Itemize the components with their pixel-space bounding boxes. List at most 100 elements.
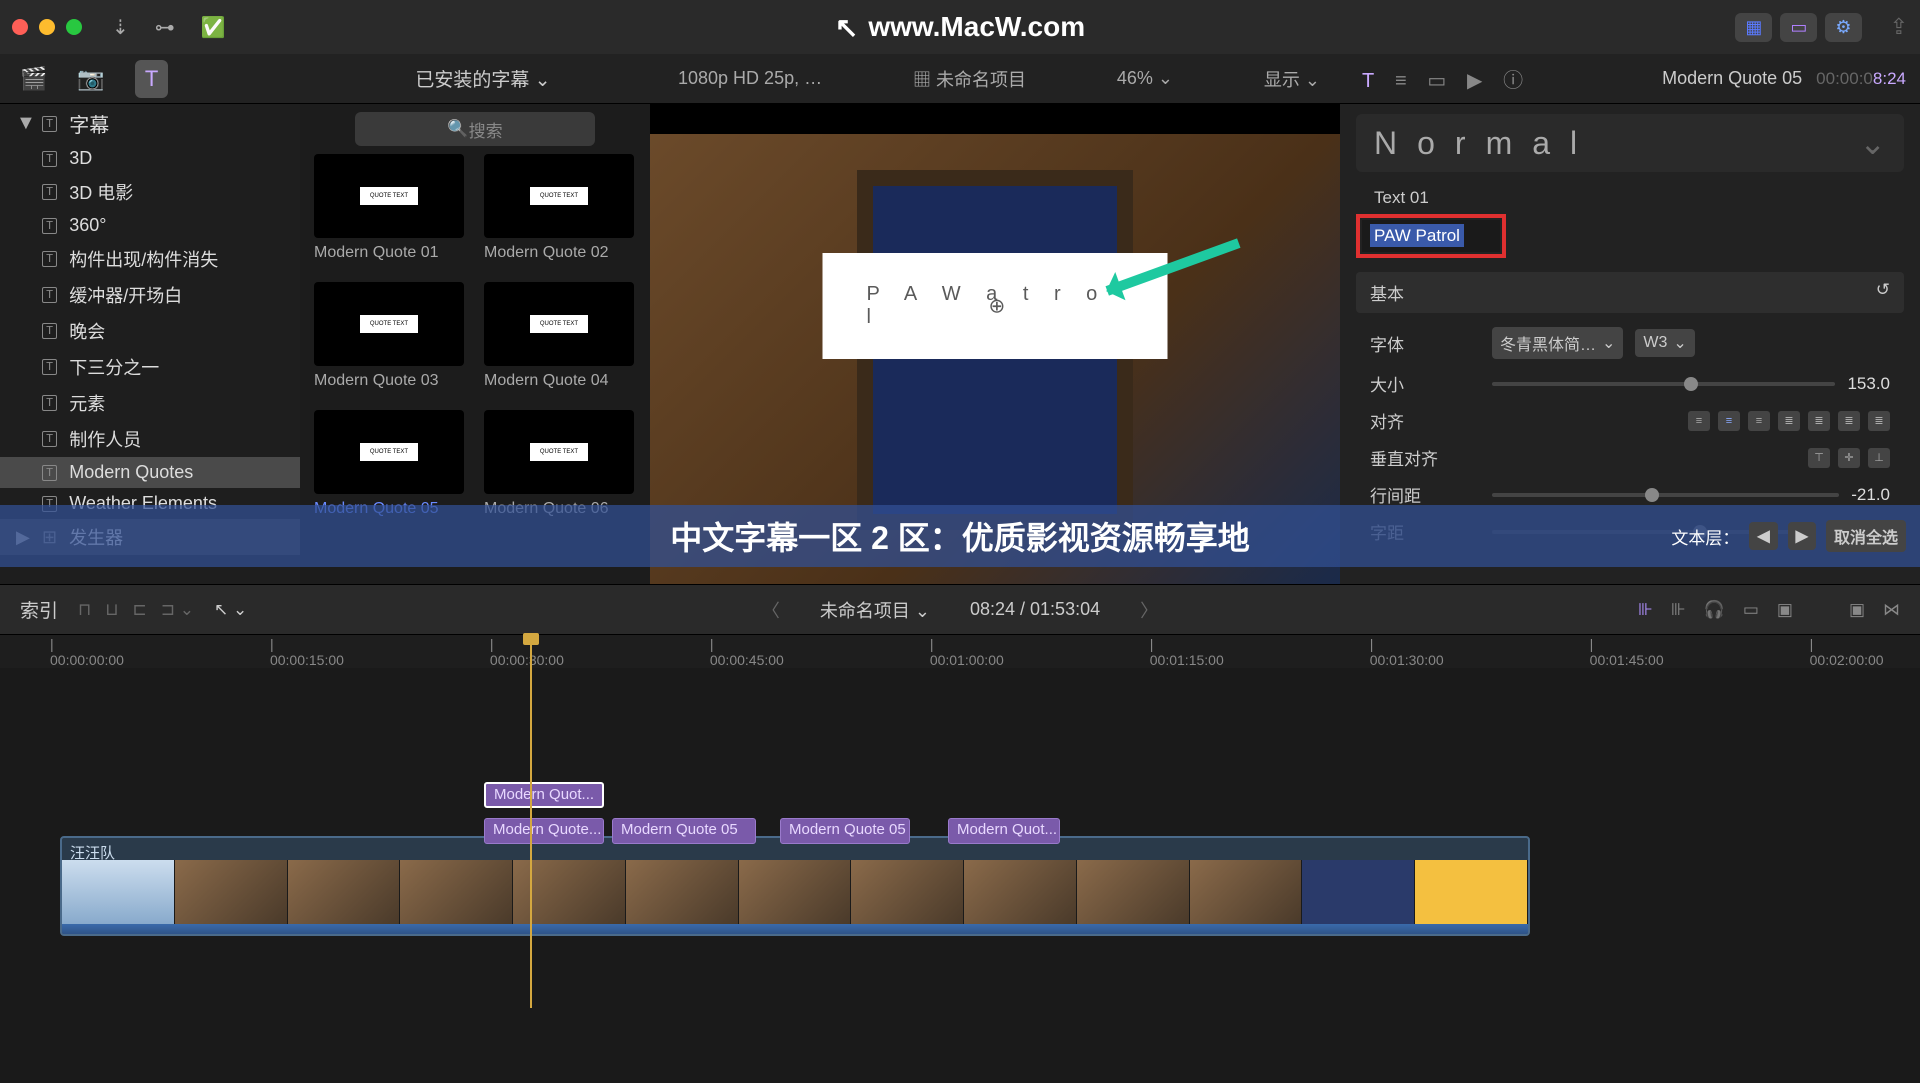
sidebar-item[interactable]: T制作人员 — [0, 421, 300, 457]
audio-skimming-icon[interactable]: ⊪ — [1671, 600, 1686, 620]
insert-clip-icon[interactable]: ⊔ — [105, 600, 118, 620]
font-weight-dropdown[interactable]: W3 ⌄ — [1635, 329, 1694, 357]
align-justify-center-button[interactable]: ≣ — [1808, 411, 1830, 431]
valign-middle-button[interactable]: ✛ — [1838, 448, 1860, 468]
ruler-tick: | 00:00:00:00 — [50, 636, 124, 668]
align-justify-full-button[interactable]: ≣ — [1868, 411, 1890, 431]
site-watermark: ↖ www.MacW.com — [835, 11, 1085, 44]
layout-timeline-button[interactable]: ▭ — [1780, 13, 1817, 42]
timeline-history-back[interactable]: 〈 — [762, 597, 780, 623]
sidebar-item[interactable]: T缓冲器/开场白 — [0, 277, 300, 313]
title-thumbnail[interactable]: QUOTE TEXTModern Quote 04 — [484, 282, 634, 390]
overwrite-clip-icon[interactable]: ⊐ ⌄ — [161, 600, 194, 620]
valign-top-button[interactable]: ⊤ — [1808, 448, 1830, 468]
info-inspector-tab[interactable]: ⓘ — [1503, 70, 1523, 92]
size-slider[interactable] — [1492, 382, 1835, 386]
sidebar-category-titles[interactable]: ▼T字幕 — [0, 104, 300, 143]
size-value[interactable]: 153.0 — [1847, 374, 1890, 394]
sidebar-item[interactable]: T下三分之一 — [0, 349, 300, 385]
zoom-window-button[interactable] — [66, 19, 82, 35]
close-window-button[interactable] — [12, 19, 28, 35]
timeline-project-name[interactable]: 未命名项目 ⌄ — [820, 597, 930, 623]
installed-titles-dropdown[interactable]: 已安装的字幕 ⌄ — [308, 65, 658, 92]
photos-library-icon[interactable]: 📷 — [77, 66, 104, 92]
title-thumbnail[interactable]: QUOTE TEXTModern Quote 02 — [484, 154, 634, 262]
title-text-input[interactable]: PAW Patrol — [1362, 220, 1500, 252]
layout-inspector-button[interactable]: ⚙ — [1825, 13, 1861, 42]
title-clip[interactable]: Modern Quote... — [484, 818, 604, 844]
viewer-display-dropdown[interactable]: 显示 ⌄ — [1264, 66, 1320, 92]
text-inspector-tab[interactable]: T — [1362, 70, 1374, 92]
title-thumbnail[interactable]: QUOTE TEXTModern Quote 05 — [314, 410, 464, 518]
basic-section-header[interactable]: 基本↺ — [1356, 272, 1904, 313]
vertical-align-group: ⊤ ✛ ⊥ — [1808, 448, 1890, 468]
sidebar-item[interactable]: T元素 — [0, 385, 300, 421]
viewer-project-label: ▦ 未命名项目 — [913, 66, 1026, 92]
align-justify-left-button[interactable]: ≣ — [1778, 411, 1800, 431]
primary-storyline[interactable]: 汪汪队 — [60, 836, 1530, 936]
title-thumbnail[interactable]: QUOTE TEXTModern Quote 06 — [484, 410, 634, 518]
append-clip-icon[interactable]: ⊏ — [133, 600, 147, 620]
clip-appearance-icon[interactable]: ▣ — [1777, 600, 1793, 620]
media-library-icon[interactable]: 🎬 — [20, 66, 47, 92]
keyword-icon[interactable]: ⊶ — [155, 15, 175, 40]
transitions-browser-icon[interactable]: ⋈ — [1883, 600, 1900, 620]
align-justify-right-button[interactable]: ≣ — [1838, 411, 1860, 431]
deselect-all-button[interactable]: 取消全选 — [1826, 520, 1906, 552]
title-clip[interactable]: Modern Quot... — [484, 782, 604, 808]
share-icon[interactable]: ⇪ — [1890, 14, 1908, 40]
title-thumbnail[interactable]: QUOTE TEXTModern Quote 03 — [314, 282, 464, 390]
text-style-dropdown[interactable]: Normal⌄ — [1356, 114, 1904, 172]
skimming-icon[interactable]: ⊪ — [1638, 600, 1653, 620]
sidebar-item[interactable]: T晚会 — [0, 313, 300, 349]
sidebar-item[interactable]: TModern Quotes — [0, 457, 300, 488]
connect-clip-icon[interactable]: ⊓ — [78, 600, 91, 620]
title-clip[interactable]: Modern Quote 05 — [612, 818, 756, 844]
valign-bottom-button[interactable]: ⊥ — [1868, 448, 1890, 468]
layout-browser-button[interactable]: ▦ — [1735, 13, 1772, 42]
font-family-dropdown[interactable]: 冬青黑体简… ⌄ — [1492, 327, 1623, 359]
line-spacing-value[interactable]: -21.0 — [1851, 485, 1890, 505]
prev-layer-button[interactable]: ◀ — [1749, 522, 1777, 550]
background-tasks-icon[interactable]: ✅ — [201, 15, 226, 40]
size-label: 大小 — [1370, 371, 1480, 396]
valign-label: 垂直对齐 — [1370, 445, 1480, 470]
import-icon[interactable]: ⇣ — [112, 15, 129, 40]
effects-browser-icon[interactable]: ▣ — [1849, 600, 1865, 620]
align-left-button[interactable]: ≡ — [1688, 411, 1710, 431]
title-overlay[interactable]: P A W a t r o l ⊕ — [823, 253, 1168, 359]
solo-icon[interactable]: 🎧 — [1704, 600, 1725, 620]
playhead[interactable] — [530, 635, 532, 1008]
timeline-ruler[interactable]: | 00:00:00:00| 00:00:15:00| 00:00:30:00|… — [0, 634, 1920, 668]
timeline-history-fwd[interactable]: 〉 — [1140, 597, 1158, 623]
align-center-button[interactable]: ≡ — [1718, 411, 1740, 431]
tool-select-dropdown[interactable]: ↖ ⌄ — [214, 600, 247, 620]
align-label: 对齐 — [1370, 408, 1480, 433]
title-clip[interactable]: Modern Quot... — [948, 818, 1060, 844]
overlay-banner: 中文字幕一区 2 区：优质影视资源畅享地 文本层： ◀ ▶ 取消全选 — [0, 505, 1920, 567]
next-layer-button[interactable]: ▶ — [1788, 522, 1816, 550]
search-input[interactable]: 🔍 搜索 — [355, 112, 595, 146]
snapping-icon[interactable]: ▭ — [1743, 600, 1759, 620]
video-inspector-tab[interactable]: ▭ — [1427, 70, 1446, 92]
reset-icon[interactable]: ↺ — [1876, 280, 1890, 305]
timeline-tracks[interactable]: 汪汪队 Modern Quot... Modern Quote... Modern … — [0, 668, 1920, 1008]
sidebar-item[interactable]: T360° — [0, 210, 300, 241]
titles-library-icon[interactable]: T — [135, 60, 168, 98]
sidebar-item[interactable]: T3D 电影 — [0, 174, 300, 210]
paragraph-inspector-tab[interactable]: ≡ — [1395, 70, 1407, 92]
traffic-lights — [12, 19, 82, 35]
ruler-tick: | 00:01:15:00 — [1150, 636, 1224, 668]
align-right-button[interactable]: ≡ — [1748, 411, 1770, 431]
ruler-tick: | 00:00:45:00 — [710, 636, 784, 668]
viewer-zoom-dropdown[interactable]: 46% ⌄ — [1117, 68, 1173, 89]
sidebar-item[interactable]: T3D — [0, 143, 300, 174]
title-clip[interactable]: Modern Quote 05 — [780, 818, 910, 844]
share-inspector-tab[interactable]: ▶ — [1467, 70, 1482, 92]
viewer-format-label: 1080p HD 25p, … — [678, 68, 822, 89]
minimize-window-button[interactable] — [39, 19, 55, 35]
line-spacing-slider[interactable] — [1492, 493, 1839, 497]
sidebar-item[interactable]: T构件出现/构件消失 — [0, 241, 300, 277]
index-button[interactable]: 索引 — [20, 596, 58, 623]
title-thumbnail[interactable]: QUOTE TEXTModern Quote 01 — [314, 154, 464, 262]
